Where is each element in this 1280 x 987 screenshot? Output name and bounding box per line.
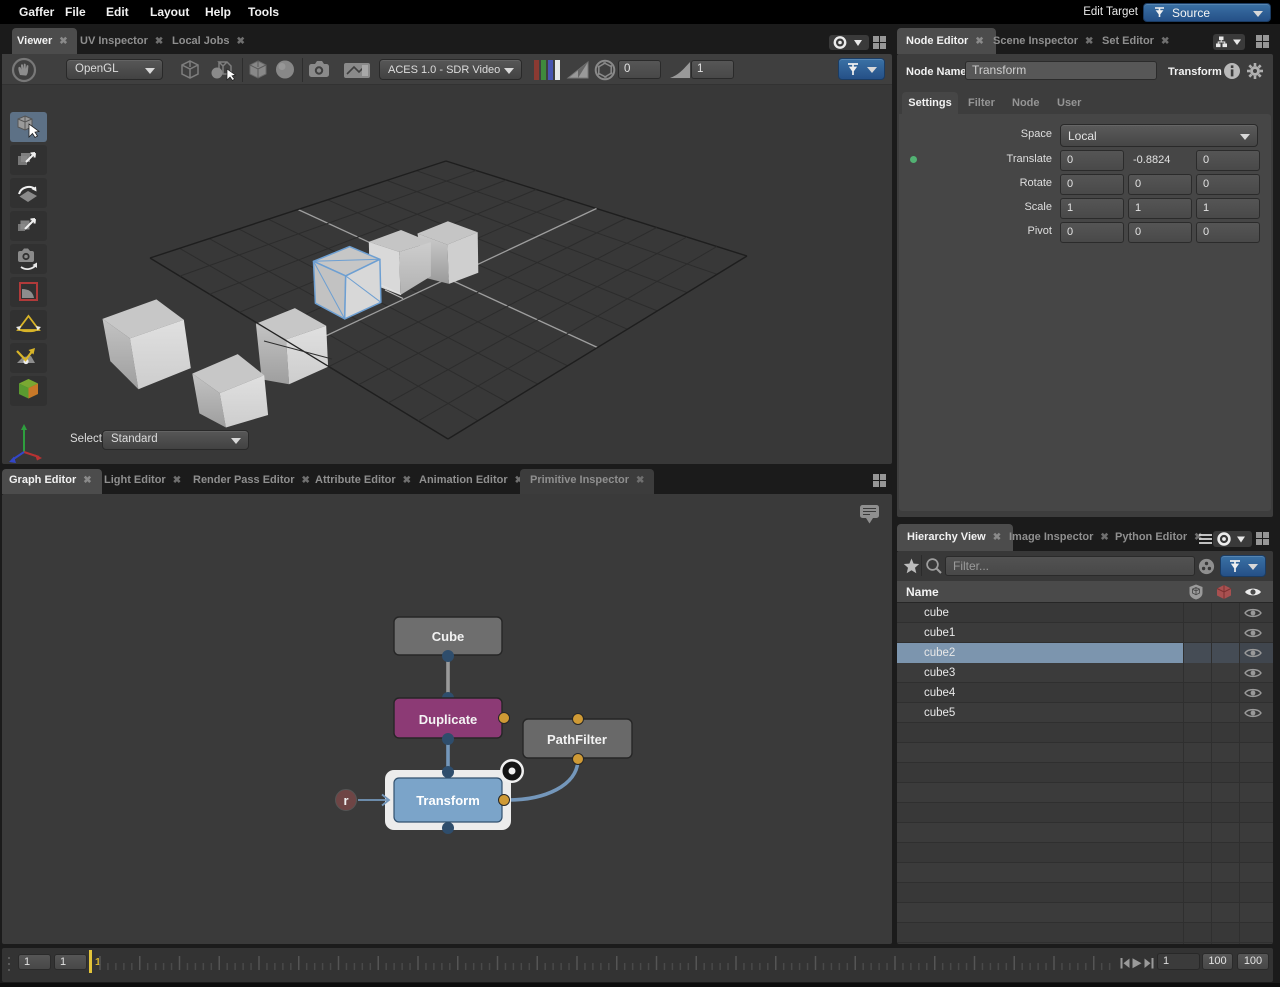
svg-text:Duplicate: Duplicate (419, 712, 478, 727)
svg-text:Cube: Cube (432, 629, 465, 644)
svg-text:r: r (343, 793, 348, 808)
svg-text:PathFilter: PathFilter (547, 732, 607, 747)
svg-text:Transform: Transform (416, 793, 480, 808)
